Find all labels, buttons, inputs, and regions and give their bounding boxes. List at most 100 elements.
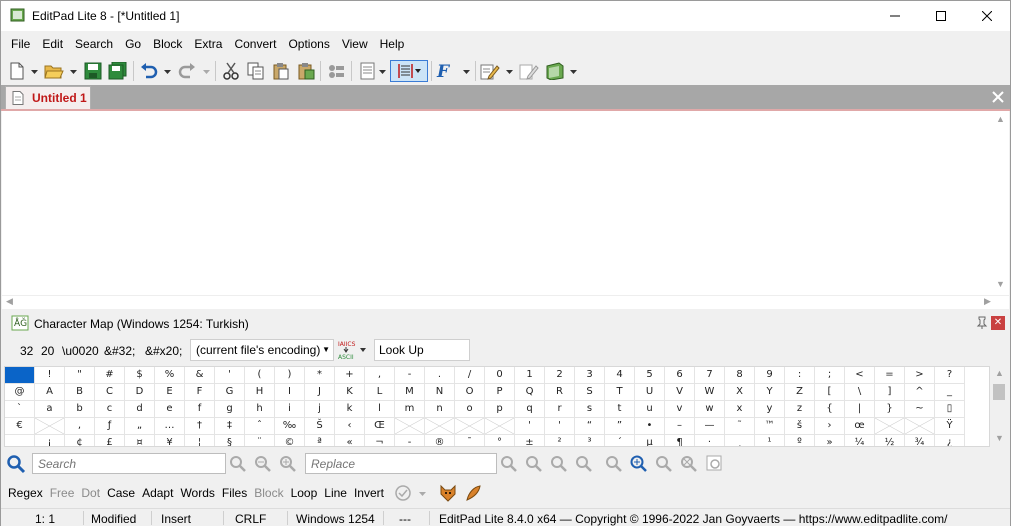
char-cell[interactable]: ™ [755, 418, 785, 435]
char-cell[interactable]: ® [425, 435, 455, 446]
char-cell[interactable]: s [575, 401, 605, 418]
scroll-right-icon[interactable]: ▶ [984, 296, 991, 307]
char-cell[interactable]: j [305, 401, 335, 418]
document-tool-button[interactable] [518, 60, 540, 82]
char-cell[interactable]: t [605, 401, 635, 418]
menu-go[interactable]: Go [119, 33, 147, 55]
grid-scrollbar[interactable]: ▲ ▼ [990, 366, 1008, 447]
char-cell[interactable]: ” [605, 418, 635, 435]
char-cell[interactable]: f [185, 401, 215, 418]
maximize-button[interactable] [918, 1, 964, 31]
char-cell[interactable]: ( [245, 367, 275, 384]
scroll-down-icon[interactable]: ▼ [995, 433, 1004, 443]
char-cell[interactable]: R [545, 384, 575, 401]
char-cell[interactable]: + [335, 367, 365, 384]
char-cell[interactable]: - [395, 367, 425, 384]
menu-block[interactable]: Block [147, 33, 188, 55]
char-cell[interactable]: × [455, 418, 485, 435]
char-cell[interactable]: ¹ [755, 435, 785, 446]
char-cell[interactable]: 5 [635, 367, 665, 384]
char-cell[interactable]: Y [755, 384, 785, 401]
char-cell[interactable]: $ [125, 367, 155, 384]
char-cell[interactable]: ' [545, 418, 575, 435]
convert-ascii-button[interactable]: IAIICS ASCII [337, 339, 367, 361]
search-highlight-icon[interactable] [629, 454, 649, 474]
close-panel-button[interactable]: ✕ [991, 316, 1005, 330]
char-cell[interactable]: q [515, 401, 545, 418]
scroll-up-icon[interactable]: ▲ [995, 368, 1004, 378]
option-words[interactable]: Words [180, 486, 214, 500]
editor-horizontal-scrollbar[interactable]: ◀ ▶ [2, 295, 1009, 309]
char-cell[interactable]: 3 [575, 367, 605, 384]
grid-scroll-thumb[interactable] [993, 384, 1005, 400]
char-cell[interactable]: — [695, 418, 725, 435]
char-cell[interactable]: w [695, 401, 725, 418]
char-cell[interactable]: b [65, 401, 95, 418]
minimize-button[interactable] [872, 1, 918, 31]
char-cell[interactable]: B [65, 384, 95, 401]
char-cell[interactable]: o [455, 401, 485, 418]
char-cell[interactable]: ~ [905, 401, 935, 418]
clear-search-icon[interactable] [679, 454, 699, 474]
char-cell[interactable]: × [395, 418, 425, 435]
find-icon[interactable] [228, 454, 248, 474]
char-cell[interactable]: × [905, 418, 935, 435]
char-cell[interactable]: O [455, 384, 485, 401]
cut-button[interactable] [220, 60, 242, 82]
option-block[interactable]: Block [254, 486, 283, 500]
char-cell[interactable]: Ÿ [935, 418, 965, 435]
option-adapt[interactable]: Adapt [142, 486, 173, 500]
char-cell[interactable]: > [905, 367, 935, 384]
char-cell[interactable]: A [35, 384, 65, 401]
char-cell[interactable]: ¬ [365, 435, 395, 446]
menu-view[interactable]: View [336, 33, 374, 55]
text-editor[interactable]: ▲ ▼ [2, 111, 1009, 295]
char-cell[interactable]: š [785, 418, 815, 435]
chevron-down-icon[interactable] [203, 68, 210, 75]
char-cell[interactable]: | [845, 401, 875, 418]
replace-icon[interactable] [499, 454, 519, 474]
option-free[interactable]: Free [50, 486, 75, 500]
char-cell[interactable]: N [425, 384, 455, 401]
char-cell[interactable]: c [95, 401, 125, 418]
char-cell[interactable]: = [875, 367, 905, 384]
char-cell[interactable]: ¯ [455, 435, 485, 446]
char-cell[interactable]: ¸ [725, 435, 755, 446]
highlight-icon[interactable] [604, 454, 624, 474]
copy-button[interactable] [245, 60, 267, 82]
char-cell[interactable]: ¨ [245, 435, 275, 446]
pin-icon[interactable] [975, 316, 989, 330]
char-cell[interactable]: × [425, 418, 455, 435]
char-cell[interactable]: ‹ [335, 418, 365, 435]
option-invert[interactable]: Invert [354, 486, 384, 500]
char-cell[interactable]: ¼ [845, 435, 875, 446]
char-cell[interactable]: » [815, 435, 845, 446]
char-cell[interactable]: @ [5, 384, 35, 401]
char-cell[interactable]: K [335, 384, 365, 401]
char-cell[interactable]: < [845, 367, 875, 384]
option-dot[interactable]: Dot [81, 486, 100, 500]
status-encoding[interactable]: Windows 1254 [296, 512, 375, 526]
close-tab-icon[interactable] [990, 89, 1006, 105]
char-cell[interactable]: Š [305, 418, 335, 435]
char-cell[interactable]: € [5, 418, 35, 435]
chevron-down-icon[interactable] [70, 68, 77, 75]
find-next-icon[interactable] [278, 454, 298, 474]
char-cell[interactable]: V [665, 384, 695, 401]
menu-file[interactable]: File [1, 33, 36, 55]
char-cell[interactable]: D [125, 384, 155, 401]
char-cell[interactable]: U [635, 384, 665, 401]
char-cell[interactable]: © [275, 435, 305, 446]
char-cell[interactable]: F [185, 384, 215, 401]
new-file-button[interactable] [6, 60, 28, 82]
char-cell[interactable]: 7 [695, 367, 725, 384]
encoding-select[interactable]: (current file's encoding) ▼ [190, 339, 334, 361]
paste-button[interactable] [270, 60, 292, 82]
chevron-down-icon[interactable] [379, 68, 386, 75]
char-cell[interactable]: œ [845, 418, 875, 435]
char-cell[interactable]: T [605, 384, 635, 401]
char-cell[interactable]: ! [35, 367, 65, 384]
char-cell[interactable]: ) [275, 367, 305, 384]
char-cell[interactable]: _ [935, 384, 965, 401]
edit-document-button[interactable] [479, 60, 501, 82]
